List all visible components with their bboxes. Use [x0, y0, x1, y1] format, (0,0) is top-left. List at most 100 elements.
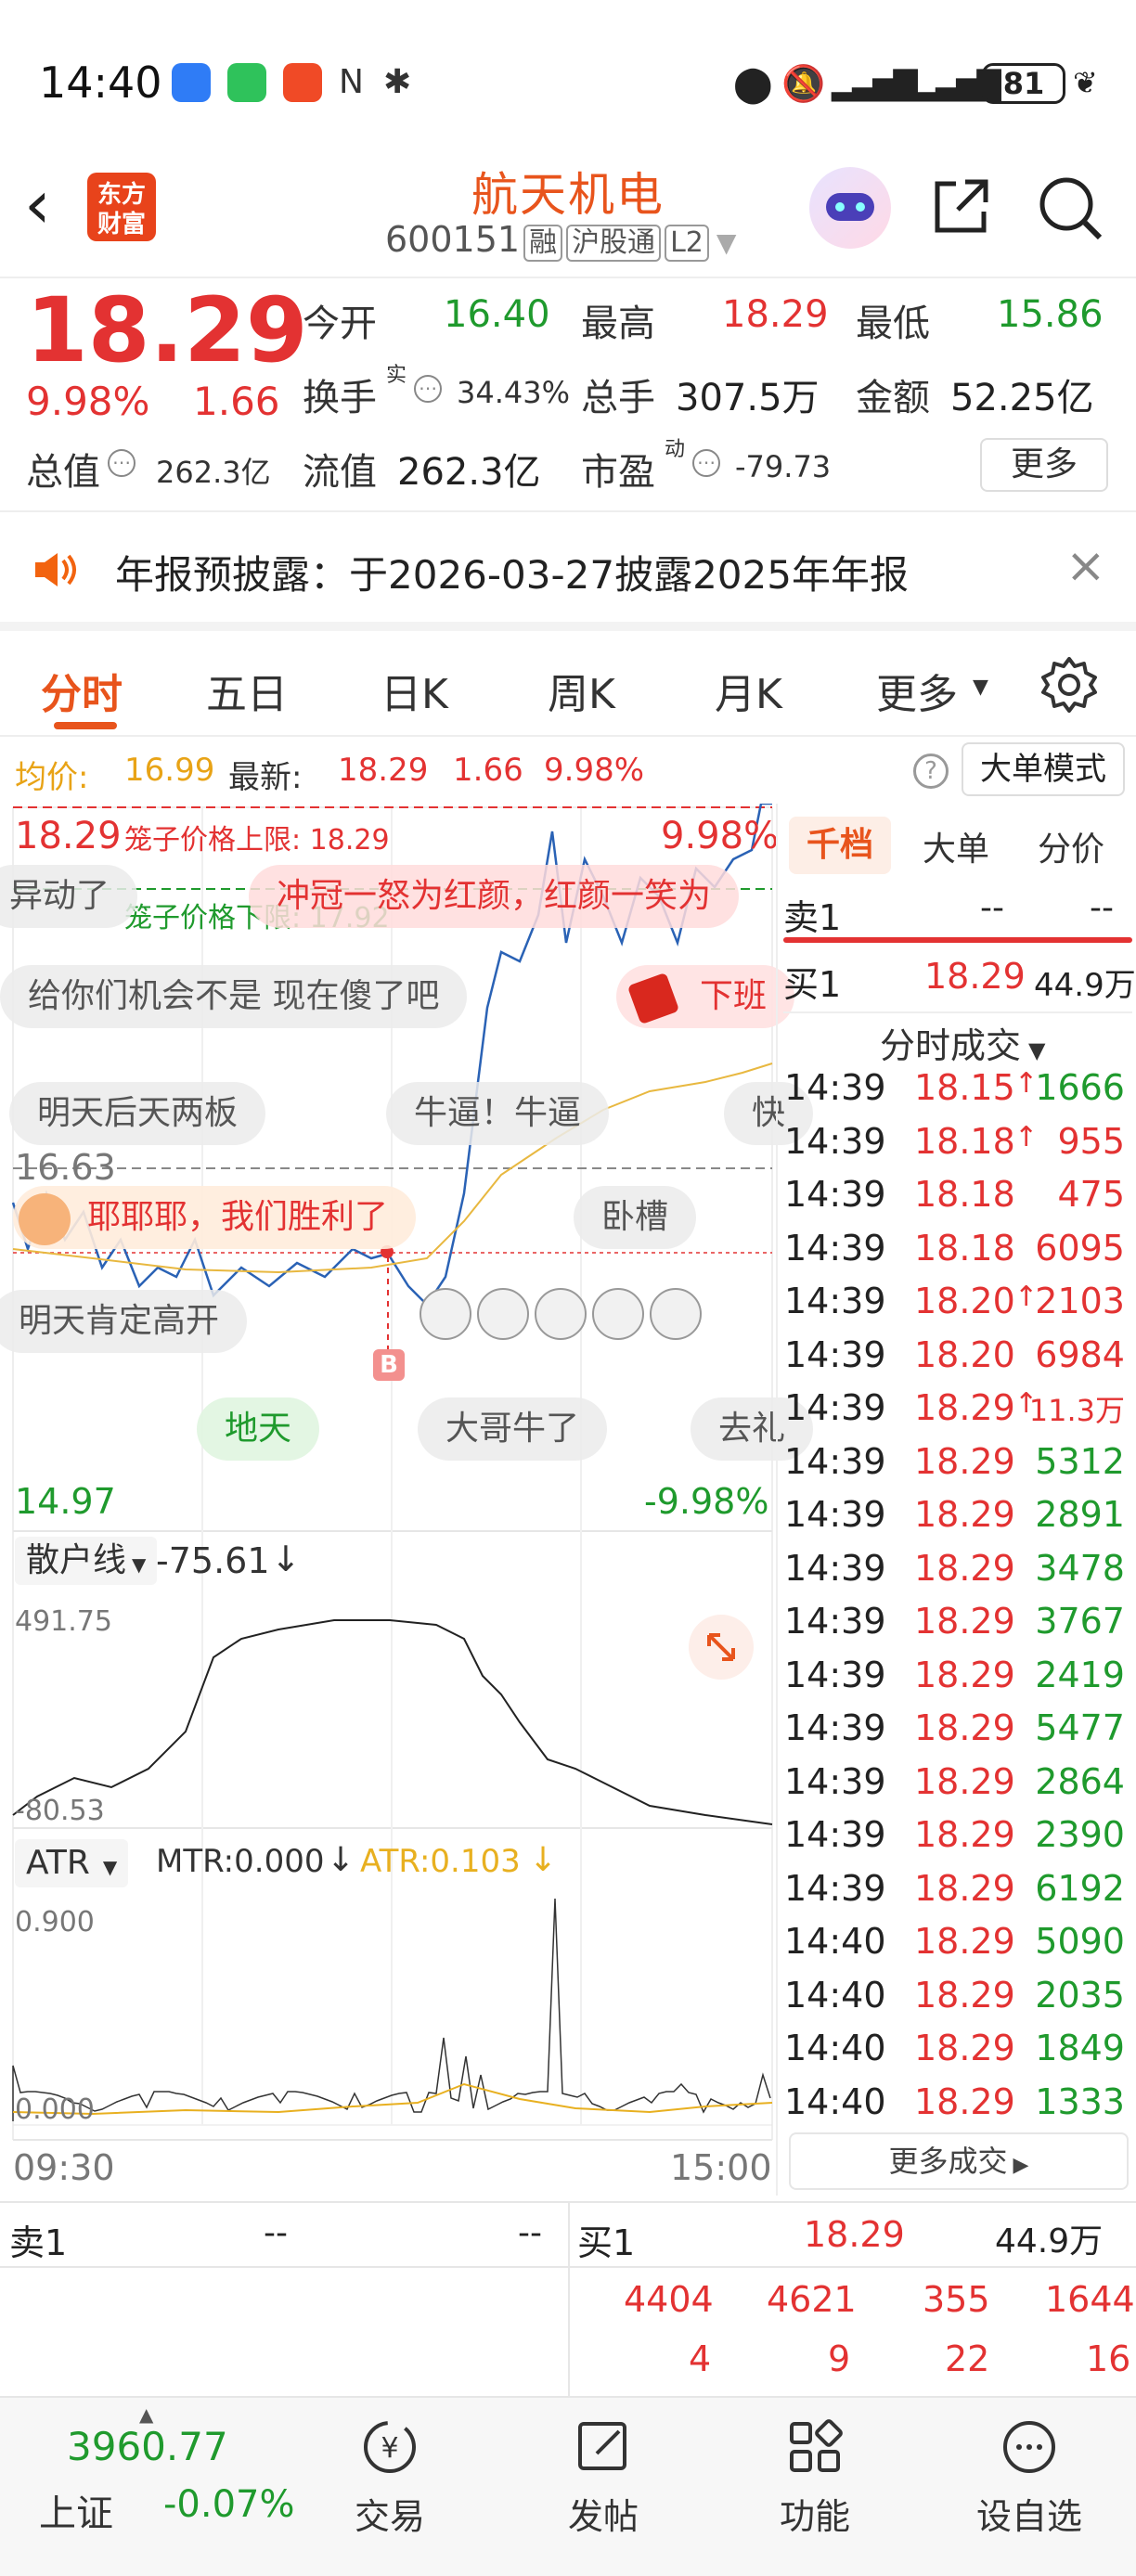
- trade-time: 14:39: [784, 1281, 886, 1321]
- trade-price: 18.29: [914, 1654, 1015, 1695]
- trade-row: 14:39 18.20 ↑ 2103: [784, 1281, 1132, 1333]
- trade-time: 14:39: [784, 1601, 886, 1642]
- low-label: 最低: [856, 303, 930, 345]
- bottom-nav: ▲ 3960.77 上证 -0.07% ¥ 交易 发帖 功能 设自选: [0, 2396, 1136, 2576]
- index-widget[interactable]: ▲ 3960.77 上证 -0.07%: [0, 2398, 306, 2576]
- more-trades-button[interactable]: 更多成交 ▶: [789, 2132, 1129, 2190]
- tab-monthly-k[interactable]: 月K: [715, 661, 782, 720]
- more-circle-icon: [1003, 2421, 1055, 2473]
- trade-price: 18.29: [914, 2028, 1015, 2068]
- dropdown-icon[interactable]: ▼: [716, 227, 737, 258]
- trade-row: 14:39 18.15 ↑ 1666: [784, 1067, 1132, 1120]
- mascot-icon: [19, 1193, 71, 1245]
- nav-add-watchlist[interactable]: 设自选: [960, 2415, 1099, 2539]
- trade-volume: 5312: [1035, 1440, 1125, 1482]
- trade-row: 14:39 18.29 5477: [784, 1707, 1132, 1760]
- nav-post[interactable]: 发帖: [538, 2415, 668, 2539]
- trade-volume: 2103: [1035, 1281, 1125, 1321]
- bottom-buy1-label: 买1: [577, 2222, 636, 2263]
- intraday-chart[interactable]: 18.29 笼子价格上限: 18.29 9.98% 笼子价格下限: 17.92 …: [0, 804, 814, 2158]
- tab-daily-k[interactable]: 日K: [381, 661, 448, 720]
- chevron-up-icon: ▲: [139, 2403, 154, 2426]
- big-order-mode-button[interactable]: 大单模式: [962, 742, 1125, 796]
- trade-row: 14:39 18.29 2891: [784, 1494, 1132, 1547]
- search-icon[interactable]: [1035, 173, 1105, 243]
- chevron-down-icon: ▼: [132, 1553, 147, 1576]
- trade-price: 18.18: [914, 1174, 1015, 1215]
- trade-time: 14:39: [784, 1707, 886, 1748]
- price-change: 1.66: [193, 379, 280, 424]
- buy-marker[interactable]: B: [373, 1349, 405, 1381]
- trades-title-text: 分时成交: [880, 1025, 1022, 1066]
- edit-icon: [578, 2422, 626, 2470]
- trade-time: 14:39: [784, 1387, 886, 1428]
- index-change: -0.07%: [163, 2483, 295, 2526]
- help-icon[interactable]: ?: [913, 753, 949, 789]
- trade-row: 14:39 18.29 2390: [784, 1814, 1132, 1867]
- trade-volume: 1849: [1035, 2028, 1125, 2068]
- side-tab-price[interactable]: 分价: [1038, 822, 1104, 870]
- trades-title[interactable]: 分时成交 ▼: [880, 1017, 1045, 1068]
- indicator2-name: ATR: [26, 1844, 90, 1882]
- tab-intraday[interactable]: 分时: [41, 661, 123, 720]
- trade-volume: 2035: [1035, 1974, 1125, 2016]
- trade-volume: 5090: [1035, 1921, 1125, 1962]
- trade-volume: 3767: [1035, 1601, 1125, 1642]
- latest-pct: 9.98%: [544, 752, 645, 789]
- tab-more[interactable]: 更多: [876, 661, 958, 720]
- mute-icon: 🔕: [781, 63, 826, 104]
- high-label: 最高: [581, 303, 655, 345]
- danmaku-bubble: 地天: [197, 1397, 320, 1461]
- bottom-sell1-price: --: [264, 2214, 288, 2252]
- info-icon[interactable]: ⋯: [108, 449, 136, 477]
- more-button[interactable]: 更多: [980, 438, 1108, 492]
- share-icon[interactable]: [928, 174, 993, 239]
- trade-time: 14:40: [784, 2028, 886, 2068]
- nfc-icon: N: [339, 63, 364, 101]
- danmaku-bubble: 大哥牛了: [418, 1397, 608, 1461]
- book-divider: [783, 937, 1132, 943]
- indicator2-selector[interactable]: ATR ▼: [15, 1839, 129, 1887]
- chevron-down-icon: ▼: [973, 676, 988, 699]
- trade-time: 14:39: [784, 1867, 886, 1909]
- top-pct-label: 9.98%: [661, 815, 780, 857]
- robot-assistant-icon[interactable]: [809, 167, 891, 249]
- trade-row: 14:40 18.29 2035: [784, 1975, 1132, 2028]
- side-tab-big-order[interactable]: 大单: [923, 822, 989, 870]
- info-icon[interactable]: ⋯: [692, 449, 720, 477]
- trade-time: 14:39: [784, 1333, 886, 1375]
- nav-functions[interactable]: 功能: [750, 2415, 880, 2539]
- trade-price: 18.20: [914, 1281, 1015, 1321]
- tab-five-day[interactable]: 五日: [206, 661, 288, 720]
- danmaku-bubble: 牛逼！牛逼: [386, 1082, 610, 1145]
- trade-volume: 1666: [1035, 1067, 1125, 1108]
- close-icon[interactable]: ×: [1065, 538, 1106, 594]
- nav-trade[interactable]: ¥ 交易: [325, 2415, 455, 2539]
- trade-row: 14:40 18.29 1849: [784, 2028, 1132, 2080]
- notice-bar[interactable]: 年报预披露：于2026-03-27披露2025年年报 ×: [0, 510, 1136, 631]
- trade-row: 14:39 18.29 5312: [784, 1441, 1132, 1494]
- upper-limit-label: 笼子价格上限: 18.29: [124, 824, 390, 857]
- info-icon[interactable]: ⋯: [414, 375, 442, 403]
- trade-price: 18.29: [914, 1974, 1015, 2016]
- settings-gear-icon[interactable]: [1039, 655, 1099, 715]
- volume-label: 总手: [581, 377, 655, 419]
- indicator1-selector[interactable]: 散户线 ▼: [15, 1537, 158, 1585]
- tab-weekly-k[interactable]: 周K: [548, 661, 615, 720]
- pct-change: 9.98%: [26, 379, 150, 424]
- danmaku-bubble: 明天后天两板: [9, 1082, 266, 1145]
- trade-price: 18.29: [914, 1440, 1015, 1482]
- app-icon-3: [283, 63, 322, 102]
- trade-time: 14:39: [784, 1120, 886, 1162]
- tag-margin: 融: [523, 225, 563, 262]
- app-icon-1: [172, 63, 211, 102]
- chevron-down-icon: ▼: [102, 1856, 118, 1878]
- expand-icon[interactable]: [689, 1615, 754, 1680]
- location-icon: ⬤: [733, 63, 773, 104]
- side-tab-thousand[interactable]: 千档: [789, 817, 891, 874]
- sell1-label: 卖1: [783, 897, 842, 938]
- queue-value: 4621: [767, 2279, 857, 2320]
- mtr-value: MTR:0.000: [156, 1843, 325, 1880]
- status-right-icons: ⬤ 🔕 ▂▃▅▇ ▂▃▅▇ 81 ❦: [733, 61, 1104, 108]
- float-value: 262.3亿: [397, 451, 541, 494]
